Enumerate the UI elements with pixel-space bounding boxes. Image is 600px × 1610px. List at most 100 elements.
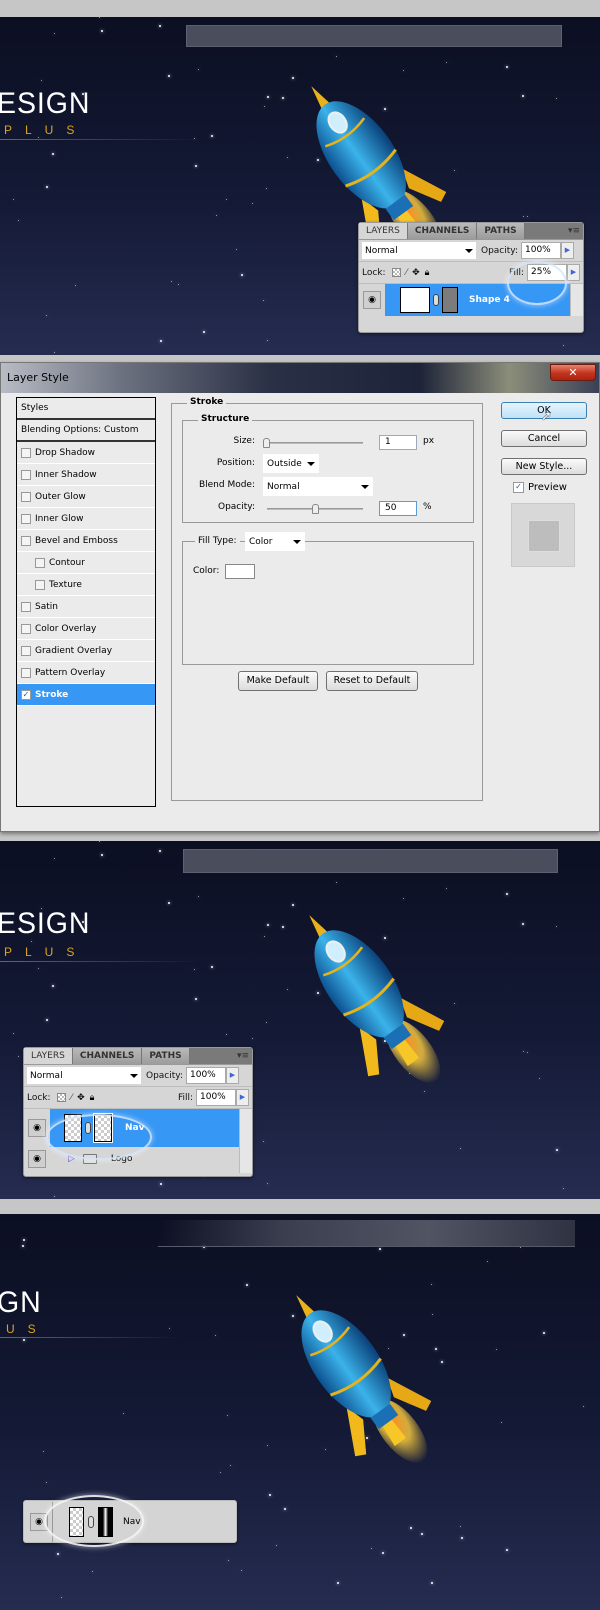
- make-default-button[interactable]: Make Default: [238, 671, 318, 691]
- preview-checkbox[interactable]: ✓ Preview: [513, 482, 567, 493]
- style-item-color-overlay[interactable]: Color Overlay: [17, 618, 155, 640]
- position-label: Position:: [216, 458, 255, 468]
- lock-transparent-icon[interactable]: [391, 268, 401, 277]
- opacity-label: Opacity:: [481, 245, 518, 256]
- blend-mode-select[interactable]: Normal: [27, 1067, 141, 1084]
- style-checkbox[interactable]: [21, 469, 31, 480]
- tab-channels[interactable]: CHANNELS: [407, 223, 478, 239]
- tab-layers[interactable]: LAYERS: [359, 223, 408, 239]
- lock-transparent-icon[interactable]: [56, 1093, 66, 1102]
- style-item-inner-shadow[interactable]: Inner Shadow: [17, 464, 155, 486]
- style-checkbox[interactable]: [21, 447, 31, 458]
- star: [122, 1412, 124, 1414]
- style-label: Texture: [49, 579, 82, 590]
- close-icon[interactable]: ✕: [550, 364, 596, 381]
- style-checkbox[interactable]: [21, 535, 31, 546]
- style-checkbox[interactable]: [21, 623, 31, 634]
- panel-menu-icon[interactable]: ▾≡: [568, 226, 580, 236]
- style-checkbox[interactable]: [35, 579, 45, 590]
- opacity-input[interactable]: 100%: [521, 242, 561, 259]
- style-item-pattern-overlay[interactable]: Pattern Overlay: [17, 662, 155, 684]
- star: [160, 1183, 163, 1186]
- style-checkbox[interactable]: [21, 667, 31, 678]
- star: [266, 340, 268, 342]
- lock-all-icon[interactable]: 🔒︎: [425, 268, 430, 278]
- size-slider-knob[interactable]: [263, 438, 270, 448]
- style-label: Drop Shadow: [35, 447, 96, 458]
- visibility-eye-icon[interactable]: ◉: [28, 1150, 46, 1168]
- size-input[interactable]: 1: [379, 435, 417, 450]
- star: [236, 248, 238, 250]
- lock-all-icon[interactable]: 🔒︎: [90, 1093, 95, 1103]
- fill-slider-arrow-icon[interactable]: ▶: [567, 264, 580, 281]
- style-item-outer-glow[interactable]: Outer Glow: [17, 486, 155, 508]
- star: [266, 1445, 268, 1447]
- fill-slider-arrow-icon[interactable]: ▶: [236, 1089, 249, 1106]
- fill-type-section: Fill Type: Color Color:: [182, 532, 474, 665]
- tab-channels[interactable]: CHANNELS: [72, 1048, 143, 1064]
- tab-paths[interactable]: PATHS: [142, 1048, 190, 1064]
- visibility-eye-icon[interactable]: ◉: [363, 291, 381, 309]
- style-item-gradient-overlay[interactable]: Gradient Overlay: [17, 640, 155, 662]
- style-checkbox[interactable]: [21, 491, 31, 502]
- opacity-input[interactable]: 100%: [186, 1067, 226, 1084]
- style-item-inner-glow[interactable]: Inner Glow: [17, 508, 155, 530]
- style-item-bevel-and-emboss[interactable]: Bevel and Emboss: [17, 530, 155, 552]
- style-item-texture[interactable]: Texture: [17, 574, 155, 596]
- styles-header[interactable]: Styles: [17, 398, 155, 420]
- star: [45, 1019, 48, 1022]
- logo-text: GN: [0, 1286, 42, 1319]
- color-label: Color:: [193, 566, 220, 576]
- stroke-color-swatch[interactable]: [225, 564, 255, 579]
- star: [228, 1560, 230, 1562]
- layers-scrollbar[interactable]: [239, 1109, 252, 1173]
- style-item-stroke[interactable]: ✓ Stroke: [17, 684, 155, 706]
- style-item-satin[interactable]: Satin: [17, 596, 155, 618]
- style-checkbox[interactable]: ✓: [21, 689, 31, 700]
- star: [12, 198, 14, 200]
- layers-scrollbar[interactable]: [570, 284, 583, 316]
- reset-to-default-button[interactable]: Reset to Default: [326, 671, 418, 691]
- lock-brush-icon[interactable]: ⁄: [406, 268, 408, 278]
- opacity-slider-knob[interactable]: [311, 504, 319, 514]
- opacity-slider-arrow-icon[interactable]: ▶: [561, 242, 574, 259]
- tab-paths[interactable]: PATHS: [477, 223, 525, 239]
- star: [46, 314, 48, 316]
- position-select[interactable]: Outside: [263, 454, 319, 473]
- star: [555, 97, 557, 99]
- blend-mode-value: Normal: [365, 245, 398, 256]
- style-checkbox[interactable]: [21, 601, 31, 612]
- style-checkbox[interactable]: [21, 645, 31, 656]
- style-label: Bevel and Emboss: [35, 535, 118, 546]
- star: [211, 135, 214, 138]
- lock-brush-icon[interactable]: ⁄: [71, 1093, 73, 1103]
- style-label: Inner Shadow: [35, 469, 97, 480]
- lock-move-icon[interactable]: ✥: [412, 268, 420, 278]
- cancel-button[interactable]: Cancel: [501, 430, 587, 447]
- star: [265, 1022, 267, 1024]
- visibility-eye-icon[interactable]: ◉: [28, 1119, 46, 1137]
- fill-type-select[interactable]: Color: [245, 532, 305, 551]
- size-slider[interactable]: [263, 438, 363, 448]
- star: [505, 66, 508, 69]
- panel-menu-icon[interactable]: ▾≡: [237, 1051, 249, 1061]
- star: [215, 1335, 217, 1337]
- blend-mode-select[interactable]: Normal: [362, 242, 476, 259]
- new-style-button[interactable]: New Style...: [501, 458, 587, 475]
- fill-input[interactable]: 100%: [196, 1089, 236, 1106]
- star: [505, 893, 508, 896]
- style-item-drop-shadow[interactable]: Drop Shadow: [17, 442, 155, 464]
- blending-options-item[interactable]: Blending Options: Custom: [17, 420, 155, 442]
- star: [101, 854, 104, 857]
- style-item-contour[interactable]: Contour: [17, 552, 155, 574]
- blend-mode-select[interactable]: Normal: [263, 477, 373, 496]
- style-checkbox[interactable]: [35, 557, 45, 568]
- lock-move-icon[interactable]: ✥: [77, 1093, 85, 1103]
- style-label: Satin: [35, 601, 58, 612]
- opacity-slider[interactable]: [267, 504, 363, 514]
- opacity-input[interactable]: 50: [379, 501, 417, 516]
- star: [527, 1052, 529, 1053]
- style-checkbox[interactable]: [21, 513, 31, 524]
- tab-layers[interactable]: LAYERS: [24, 1048, 73, 1064]
- opacity-slider-arrow-icon[interactable]: ▶: [226, 1067, 239, 1084]
